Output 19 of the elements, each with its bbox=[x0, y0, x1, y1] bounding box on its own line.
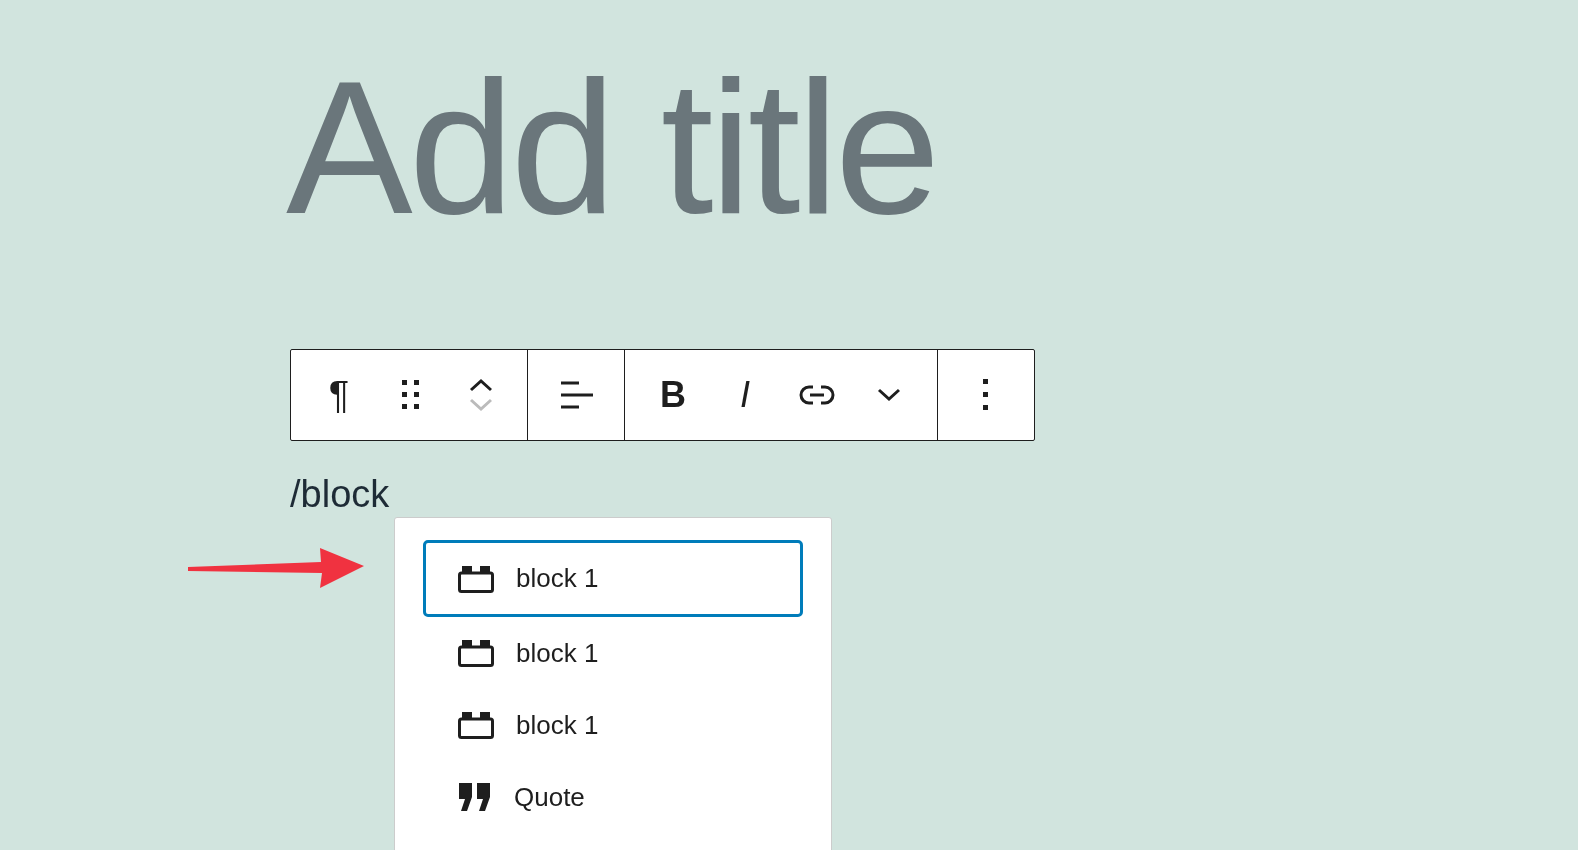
block-icon bbox=[458, 564, 494, 593]
bold-button[interactable]: B bbox=[639, 365, 707, 425]
title-field[interactable]: Add title bbox=[286, 52, 937, 242]
paragraph-button[interactable]: ¶ bbox=[305, 365, 373, 425]
suggestion-item[interactable]: block 1 bbox=[423, 617, 803, 689]
quote-icon bbox=[458, 782, 492, 812]
block-icon bbox=[458, 639, 494, 667]
suggestion-item[interactable]: Quote bbox=[423, 761, 803, 833]
align-left-icon bbox=[559, 380, 593, 410]
move-up-button[interactable] bbox=[469, 378, 493, 392]
paragraph-text[interactable]: /block bbox=[290, 475, 390, 513]
drag-handle-icon bbox=[402, 380, 420, 410]
suggestion-item[interactable]: block 1 bbox=[423, 540, 803, 617]
chevron-down-icon bbox=[877, 388, 901, 402]
italic-button[interactable]: I bbox=[711, 365, 779, 425]
more-options-icon bbox=[983, 379, 989, 411]
suggestion-item[interactable]: block 1 bbox=[423, 689, 803, 761]
block-icon bbox=[458, 711, 494, 739]
link-icon bbox=[799, 384, 835, 406]
